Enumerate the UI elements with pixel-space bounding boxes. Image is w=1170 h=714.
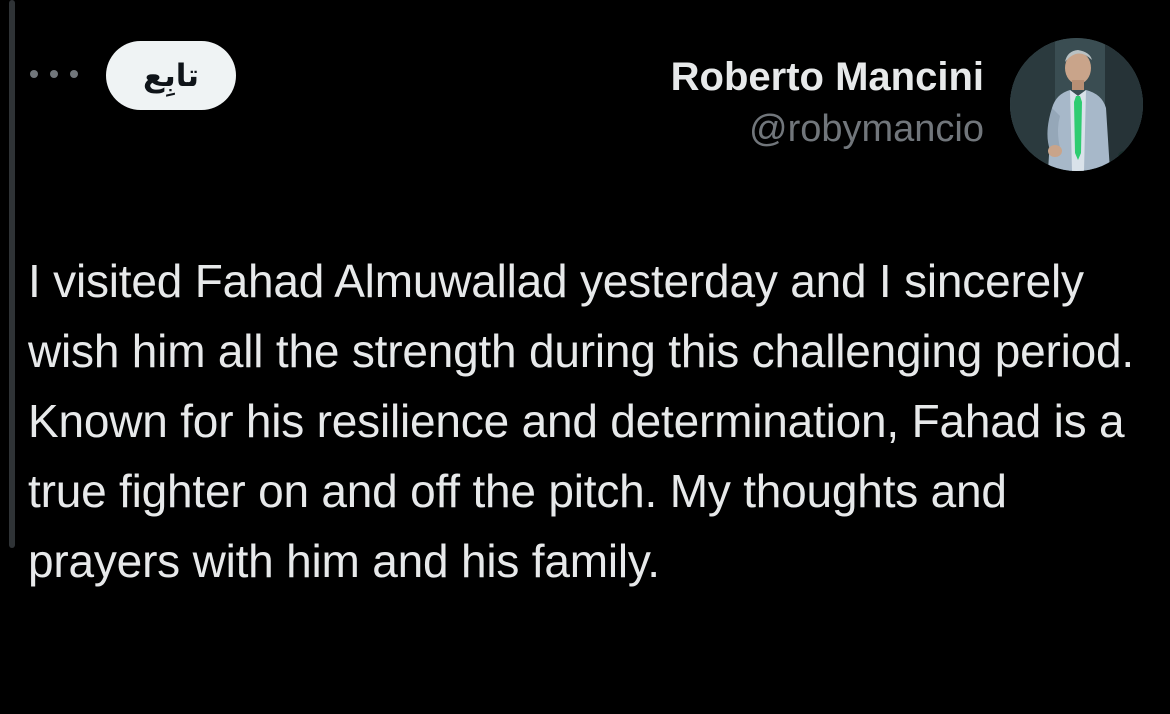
tweet-text: I visited Fahad Almuwallad yesterday and… — [28, 255, 1135, 587]
author-info: Roberto Mancini @robymancio — [671, 52, 984, 156]
scroll-indicator[interactable] — [9, 0, 15, 548]
author-display-name[interactable]: Roberto Mancini — [671, 52, 984, 102]
more-dot — [30, 70, 38, 78]
avatar[interactable] — [1010, 38, 1143, 171]
author-handle[interactable]: @robymancio — [671, 102, 984, 156]
follow-button[interactable]: تابِع — [106, 41, 236, 110]
profile-photo-icon — [1010, 38, 1143, 171]
more-options-icon[interactable] — [30, 62, 78, 86]
more-dot — [50, 70, 58, 78]
more-dot — [70, 70, 78, 78]
